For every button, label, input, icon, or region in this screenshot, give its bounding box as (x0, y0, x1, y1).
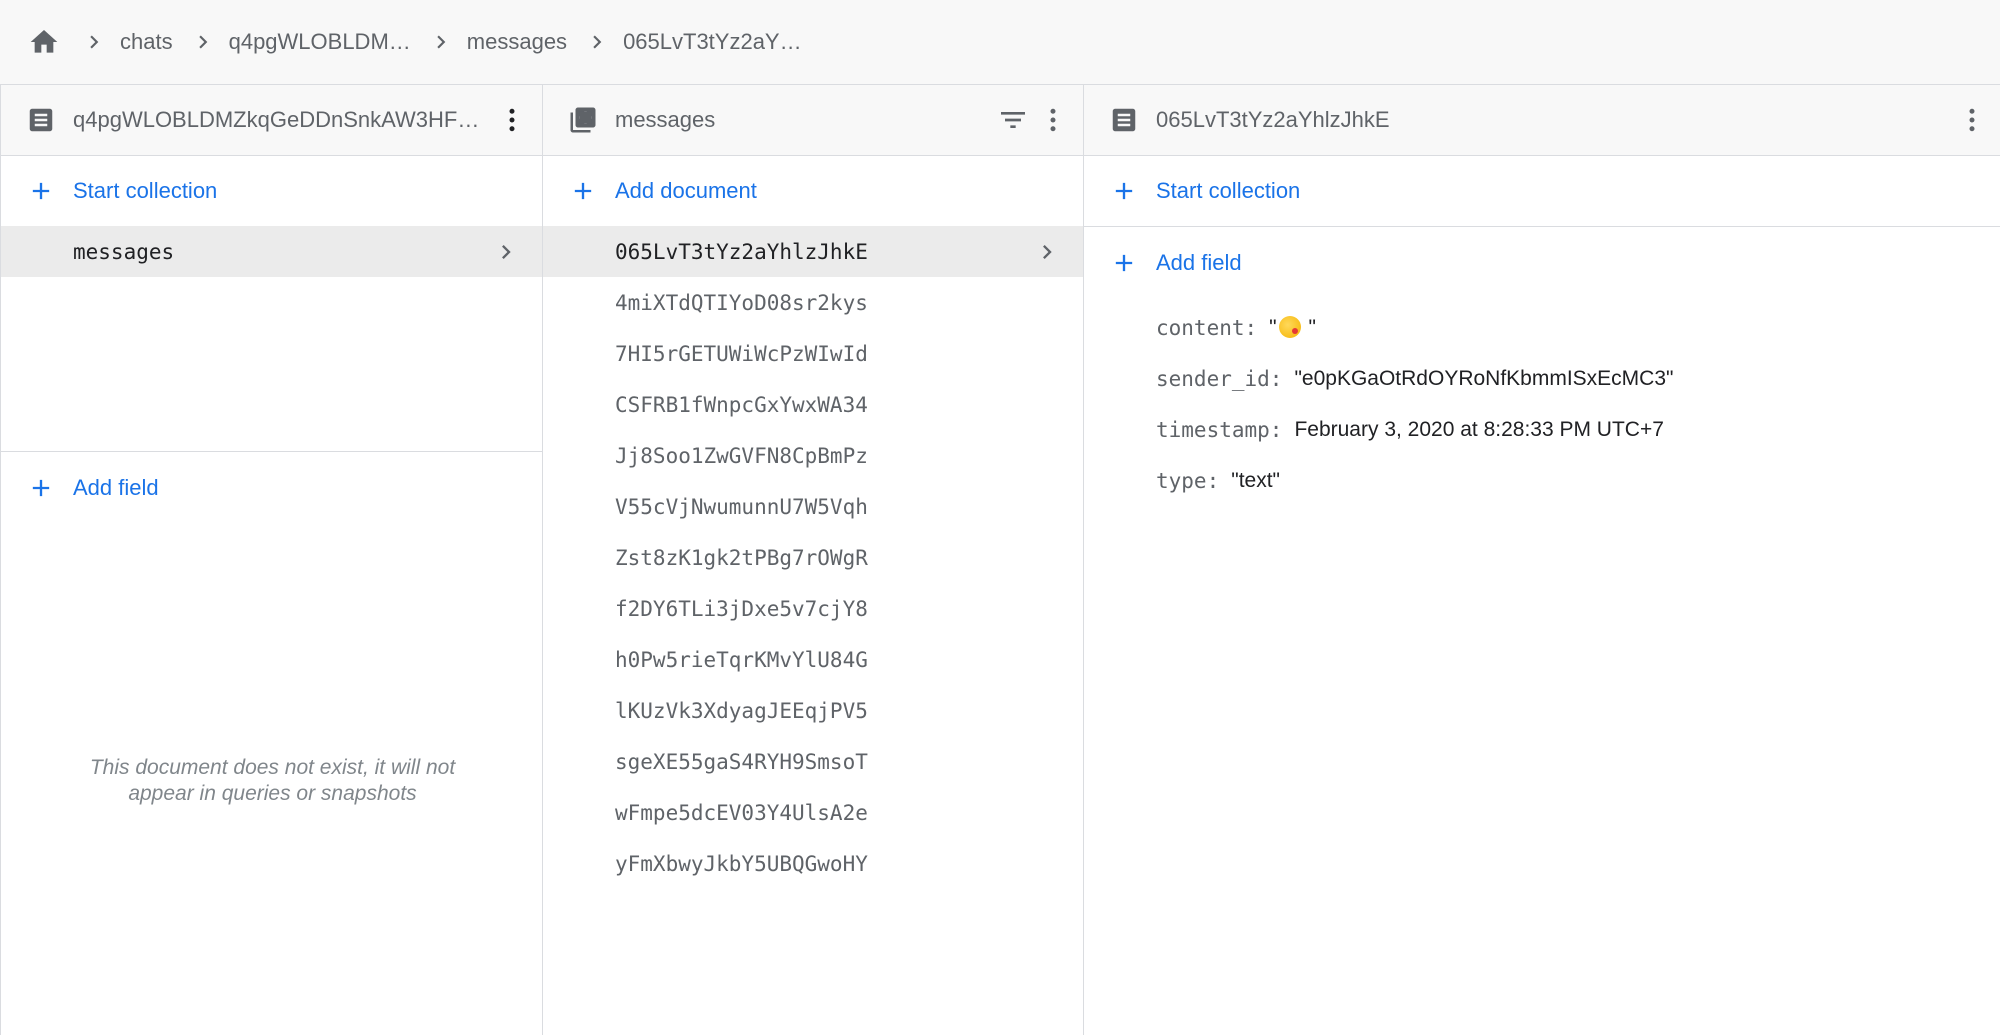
document-item[interactable]: Zst8zK1gk2tPBg7rOWgR (543, 532, 1083, 583)
document-item-label: Jj8Soo1ZwGVFN8CpBmPz (615, 443, 868, 468)
fields-panel: 065LvT3tYz2aYhlzJhkE Start collection Ad… (1084, 85, 2000, 1035)
missing-document-note: This document does not exist, it will no… (89, 756, 456, 805)
start-collection-label: Start collection (1156, 178, 1301, 203)
plus-icon (1108, 175, 1140, 207)
add-field-label: Add field (1156, 249, 1242, 275)
plus-icon (1108, 247, 1140, 279)
field-value-suffix: " (1302, 315, 1316, 339)
document-panel-title: q4pgWLOBLDMZkqGeDDnSnkAW3HF3-… (73, 107, 483, 132)
document-item[interactable]: wFmpe5dcEV03Y4UlsA2e (543, 787, 1083, 838)
document-icon (25, 104, 57, 136)
document-panel-header: q4pgWLOBLDMZkqGeDDnSnkAW3HF3-… (1, 85, 542, 156)
plus-icon (567, 175, 599, 207)
field-colon: : (1269, 417, 1283, 442)
document-panel: q4pgWLOBLDMZkqGeDDnSnkAW3HF3-… Start col… (0, 85, 543, 1035)
document-item[interactable]: Jj8Soo1ZwGVFN8CpBmPz (543, 430, 1083, 481)
field-row-content[interactable]: content: " " (1084, 302, 2000, 353)
field-colon: : (1206, 468, 1220, 493)
field-key: timestamp (1156, 417, 1270, 442)
field-value: " " (1269, 315, 1316, 340)
document-item-label: V55cVjNwumunnU7W5Vqh (615, 494, 868, 519)
start-collection-button[interactable]: Start collection (1, 156, 542, 226)
document-item-label: 7HI5rGETUWiWcPzWIwId (615, 341, 868, 366)
field-colon: : (1244, 315, 1258, 340)
add-document-label: Add document (615, 178, 757, 203)
document-item[interactable]: lKUzVk3XdyagJEEqjPV5 (543, 685, 1083, 736)
more-vert-icon[interactable] (1956, 104, 1988, 136)
chevron-right-icon (74, 22, 114, 62)
field-value: "e0pKGaOtRdOYRoNfKbmmISxEcMC3" (1294, 366, 1674, 390)
document-item-label: 4miXTdQTIYoD08sr2kys (615, 290, 868, 315)
field-value: "text" (1231, 468, 1280, 492)
document-item-label: sgeXE55gaS4RYH9SmsoT (615, 749, 868, 774)
collection-panel: messages Add document 065LvT3tYz2aYhlzJh… (543, 85, 1084, 1035)
breadcrumb-item-chat-doc[interactable]: q4pgWLOBLDM… (229, 29, 411, 55)
fields-panel-header: 065LvT3tYz2aYhlzJhkE (1084, 85, 2000, 156)
breadcrumb-item-chats[interactable]: chats (120, 29, 173, 55)
plus-icon (25, 472, 57, 504)
document-item[interactable]: yFmXbwyJkbY5UBQGwoHY (543, 838, 1083, 889)
document-item[interactable]: CSFRB1fWnpcGxYwxWA34 (543, 379, 1083, 430)
plus-icon (25, 175, 57, 207)
document-item[interactable]: 4miXTdQTIYoD08sr2kys (543, 277, 1083, 328)
document-item-label: f2DY6TLi3jDxe5v7cjY8 (615, 596, 868, 621)
chevron-right-icon (490, 236, 522, 268)
chevron-right-icon (1031, 236, 1063, 268)
collection-panel-header: messages (543, 85, 1083, 156)
document-item-label: lKUzVk3XdyagJEEqjPV5 (615, 698, 868, 723)
field-key: type (1156, 468, 1207, 493)
breadcrumb: chats q4pgWLOBLDM… messages 065LvT3tYz2a… (0, 0, 2000, 85)
document-item-label: yFmXbwyJkbY5UBQGwoHY (615, 851, 868, 876)
add-field-label: Add field (73, 475, 159, 500)
fields-panel-title: 065LvT3tYz2aYhlzJhkE (1156, 107, 1390, 132)
document-item[interactable]: f2DY6TLi3jDxe5v7cjY8 (543, 583, 1083, 634)
document-item-label: Zst8zK1gk2tPBg7rOWgR (615, 545, 868, 570)
document-item[interactable]: h0Pw5rieTqrKMvYlU84G (543, 634, 1083, 685)
collection-panel-title: messages (615, 107, 716, 132)
start-collection-button[interactable]: Start collection (1084, 156, 2000, 226)
collection-item-label: messages (73, 239, 175, 264)
more-vert-icon[interactable] (496, 104, 528, 136)
field-value: February 3, 2020 at 8:28:33 PM UTC+7 (1294, 417, 1664, 441)
chevron-right-icon (183, 22, 223, 62)
field-row-type[interactable]: type: "text" (1084, 455, 2000, 506)
field-key: sender_id (1156, 366, 1270, 391)
collections-spacer (1, 277, 542, 451)
document-item[interactable]: V55cVjNwumunnU7W5Vqh (543, 481, 1083, 532)
document-item-label: wFmpe5dcEV03Y4UlsA2e (615, 800, 868, 825)
field-row-sender-id[interactable]: sender_id: "e0pKGaOtRdOYRoNfKbmmISxEcMC3… (1084, 353, 2000, 404)
document-item[interactable]: 065LvT3tYz2aYhlzJhkE (543, 226, 1083, 277)
field-value-prefix: " (1269, 315, 1277, 339)
field-key: content (1156, 315, 1245, 340)
filter-icon[interactable] (995, 104, 1031, 136)
document-item-label: 065LvT3tYz2aYhlzJhkE (615, 239, 868, 264)
chevron-right-icon (577, 22, 617, 62)
add-field-button[interactable]: Add field (1, 452, 542, 524)
add-field-button[interactable]: Add field (1084, 227, 2000, 298)
add-document-button[interactable]: Add document (543, 156, 1083, 226)
kissing-face-emoji-icon (1278, 315, 1301, 338)
collection-item-messages[interactable]: messages (1, 226, 542, 277)
field-row-timestamp[interactable]: timestamp: February 3, 2020 at 8:28:33 P… (1084, 404, 2000, 455)
field-colon: : (1269, 366, 1283, 391)
document-item-label: h0Pw5rieTqrKMvYlU84G (615, 647, 868, 672)
document-item[interactable]: 7HI5rGETUWiWcPzWIwId (543, 328, 1083, 379)
document-item[interactable]: sgeXE55gaS4RYH9SmsoT (543, 736, 1083, 787)
more-vert-icon[interactable] (1037, 104, 1069, 136)
breadcrumb-item-message-doc[interactable]: 065LvT3tYz2aY… (623, 29, 802, 55)
document-item-label: CSFRB1fWnpcGxYwxWA34 (615, 392, 868, 417)
breadcrumb-item-messages[interactable]: messages (467, 29, 567, 55)
home-icon[interactable] (24, 22, 64, 62)
chevron-right-icon (421, 22, 461, 62)
start-collection-label: Start collection (73, 178, 218, 203)
collection-icon (567, 104, 599, 136)
document-icon (1108, 104, 1140, 136)
